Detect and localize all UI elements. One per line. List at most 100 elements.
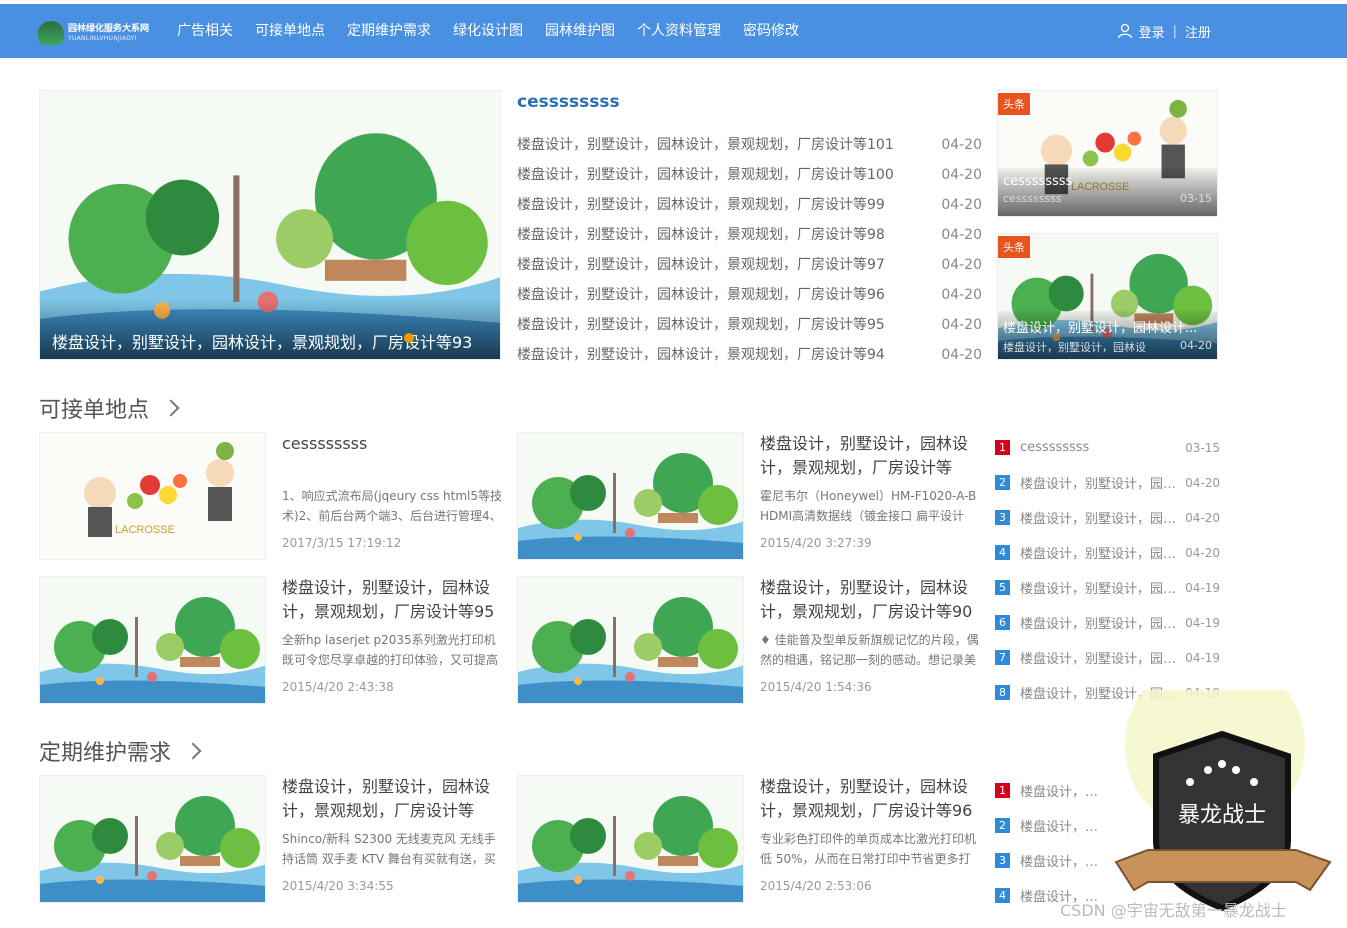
headline-sub: cessssssss: [1003, 192, 1062, 205]
logo-subtitle: YUANLINLVHUAJIAOYI: [68, 35, 137, 42]
rank-label: 楼盘设计，别墅设计: [1020, 820, 1105, 835]
card-thumbnail: [40, 433, 266, 560]
rank-item[interactable]: 2 楼盘设计，别墅设计，园林设计04-20: [995, 465, 1220, 500]
news-item[interactable]: 楼盘设计，别墅设计，园林设计，景观规划，厂房设计等95 04-20: [517, 310, 982, 340]
featured-hero[interactable]: 楼盘设计，别墅设计，园林设计，景观规划，厂房设计等93: [39, 90, 501, 360]
nav-order-locations[interactable]: 可接单地点: [244, 4, 336, 58]
headline-title: cessssssss: [1003, 174, 1073, 189]
login-link[interactable]: 登录: [1139, 22, 1165, 41]
card-text[interactable]: 楼盘设计，别墅设计，园林设计，景观规划，厂房设计等101 Shinco/新科 S…: [282, 775, 502, 893]
nav-greening-designs[interactable]: 绿化设计图: [442, 4, 534, 58]
section-title: 定期维护需求: [39, 741, 172, 766]
card-title: 楼盘设计，别墅设计，园林设计，景观规划，厂房设计等100: [760, 434, 969, 477]
site-logo[interactable]: 园林绿化服务大系网 YUANLINLVHUAJIAOYI: [38, 19, 149, 47]
nav-maintenance-needs[interactable]: 定期维护需求: [336, 4, 442, 58]
rank-item[interactable]: 5 楼盘设计，别墅设计，园林设计04-19: [995, 570, 1220, 605]
rank-date: 04-20: [1185, 545, 1220, 560]
news-item[interactable]: 楼盘设计，别墅设计，园林设计，景观规划，厂房设计等97 04-20: [517, 250, 982, 280]
rank-date: 04-20: [1185, 510, 1220, 525]
card-image[interactable]: [39, 576, 266, 704]
card-desc: 全新hp laserjet p2035系列激光打印机既可令您尽享卓越的打印体验，…: [282, 633, 499, 667]
card-text[interactable]: cessssssss 1、响应式流布局(jqeury css html5等技术)…: [282, 432, 502, 550]
rank-number: 4: [995, 545, 1010, 560]
featured-news-list: cessssssss 楼盘设计，别墅设计，园林设计，景观规划，厂房设计等101 0…: [517, 90, 982, 370]
card-title: 楼盘设计，别墅设计，园林设计，景观规划，厂房设计等101: [282, 777, 491, 820]
card-text[interactable]: 楼盘设计，别墅设计，园林设计，景观规划，厂房设计等96 专业彩色打印件的单页成本…: [760, 775, 980, 893]
nav-profile[interactable]: 个人资料管理: [626, 4, 732, 58]
section-order-locations-header[interactable]: 可接单地点: [39, 392, 180, 424]
card-text[interactable]: 楼盘设计，别墅设计，园林设计，景观规划，厂房设计等90 ♦ 佳能普及型单反新旗舰…: [760, 576, 980, 694]
rank-item[interactable]: 7 楼盘设计，别墅设计，园林设计04-19: [995, 640, 1220, 675]
card-text[interactable]: 楼盘设计，别墅设计，园林设计，景观规划，厂房设计等95 全新hp laserje…: [282, 576, 502, 694]
news-item-text: 楼盘设计，别墅设计，园林设计，景观规划，厂房设计等96: [517, 287, 885, 303]
news-item[interactable]: 楼盘设计，别墅设计，园林设计，景观规划，厂房设计等94 04-20: [517, 340, 982, 370]
carousel-dot[interactable]: [404, 333, 414, 343]
rank-date: 03-15: [1185, 440, 1220, 455]
news-item[interactable]: 楼盘设计，别墅设计，园林设计，景观规划，厂房设计等98 04-20: [517, 220, 982, 250]
card-image[interactable]: [39, 432, 266, 560]
rank-date: 04-19: [1185, 615, 1220, 630]
headline-caption: cessssssss cessssssss 03-15: [998, 168, 1217, 216]
card-image[interactable]: [517, 775, 744, 903]
card-image[interactable]: [517, 432, 744, 560]
card-title: 楼盘设计，别墅设计，园林设计，景观规划，厂房设计等90: [760, 578, 973, 621]
rank-date: 04-19: [1185, 580, 1220, 595]
card-thumbnail: [518, 776, 744, 903]
card-image[interactable]: [39, 775, 266, 903]
rank-label: 楼盘设计，别墅设计，园林设计: [1020, 652, 1182, 667]
news-item-date: 04-20: [941, 197, 982, 213]
csdn-watermark: CSDN @宇宙无敌第一暴龙战士: [1060, 901, 1287, 920]
logo-emblem-icon: [38, 21, 64, 45]
rank-label: 楼盘设计，别墅设计，园林设计: [1020, 582, 1182, 597]
rank-number: 7: [995, 650, 1010, 665]
rank-number: 1: [995, 440, 1010, 455]
rank-item[interactable]: 3 楼盘设计，别墅设计: [995, 843, 1105, 878]
rank-item[interactable]: 3 楼盘设计，别墅设计，园林设计04-20: [995, 500, 1220, 535]
nav-garden-maintenance[interactable]: 园林维护图: [534, 4, 626, 58]
card-text[interactable]: 楼盘设计，别墅设计，园林设计，景观规划，厂房设计等100 霍尼韦尔（Honeyw…: [760, 432, 980, 550]
card-thumbnail: [518, 577, 744, 704]
card-time: 2015/4/20 2:53:06: [760, 879, 872, 893]
card-title: 楼盘设计，别墅设计，园林设计，景观规划，厂房设计等96: [760, 777, 973, 820]
news-item-date: 04-20: [941, 167, 982, 183]
rank-item[interactable]: 4 楼盘设计，别墅设计，园林设计04-20: [995, 535, 1220, 570]
card-title: 楼盘设计，别墅设计，园林设计，景观规划，厂房设计等95: [282, 578, 495, 621]
section-maintenance-header[interactable]: 定期维护需求: [39, 735, 202, 767]
rank-number: 8: [995, 685, 1010, 700]
rank-number: 1: [995, 783, 1010, 798]
news-item-text: 楼盘设计，别墅设计，园林设计，景观规划，厂房设计等99: [517, 197, 885, 213]
user-icon: [1117, 23, 1132, 39]
rank-number: 3: [995, 853, 1010, 868]
news-item[interactable]: 楼盘设计，别墅设计，园林设计，景观规划，厂房设计等101 04-20: [517, 130, 982, 160]
rank-item[interactable]: 1 楼盘设计，别墅设计: [995, 773, 1105, 808]
news-item[interactable]: 楼盘设计，别墅设计，园林设计，景观规划，厂房设计等96 04-20: [517, 280, 982, 310]
headline-sub: 楼盘设计，别墅设计，园林设: [1003, 341, 1146, 354]
news-item[interactable]: 楼盘设计，别墅设计，园林设计，景观规划，厂房设计等99 04-20: [517, 190, 982, 220]
card-title: cessssssss: [282, 434, 368, 453]
card-desc: ♦ 佳能普及型单反新旗舰记忆的片段，偶然的相遇，铭记那一刻的感动。想记录美: [760, 633, 979, 667]
rank-item[interactable]: 1 cessssssss 03-15: [995, 430, 1220, 465]
hero-caption: 楼盘设计，别墅设计，园林设计，景观规划，厂房设计等93: [40, 299, 500, 359]
rank-label: cessssssss: [1020, 440, 1090, 455]
card-time: 2015/4/20 3:34:55: [282, 879, 394, 893]
nav-ads[interactable]: 广告相关: [166, 4, 244, 58]
nav-password[interactable]: 密码修改: [732, 4, 810, 58]
rank-label: 楼盘设计，别墅设计，园林设计: [1020, 617, 1182, 632]
card-desc: 1、响应式流布局(jqeury css html5等技术)2、前后台两个端3、后…: [282, 489, 502, 523]
headline-card[interactable]: 头条 cessssssss cessssssss 03-15: [997, 90, 1218, 217]
card-time: 2015/4/20 2:43:38: [282, 680, 394, 694]
card-image[interactable]: [517, 576, 744, 704]
rank-item[interactable]: 6 楼盘设计，别墅设计，园林设计04-19: [995, 605, 1220, 640]
watermark-badge-icon: 暴龙战士: [1114, 690, 1332, 912]
news-list-title[interactable]: cessssssss: [517, 90, 982, 130]
main-nav: 广告相关 可接单地点 定期维护需求 绿化设计图 园林维护图 个人资料管理 密码修…: [166, 4, 810, 58]
rank-item[interactable]: 2 楼盘设计，别墅设计: [995, 808, 1105, 843]
register-link[interactable]: 注册: [1185, 22, 1211, 41]
headline-card[interactable]: 头条 楼盘设计，别墅设计，园林设计... 楼盘设计，别墅设计，园林设 04-20: [997, 233, 1218, 360]
news-item-text: 楼盘设计，别墅设计，园林设计，景观规划，厂房设计等100: [517, 167, 894, 183]
rank-number: 4: [995, 888, 1010, 903]
headline-title: 楼盘设计，别墅设计，园林设计...: [1003, 321, 1198, 336]
news-item-date: 04-20: [941, 227, 982, 243]
rank-number: 3: [995, 510, 1010, 525]
news-item[interactable]: 楼盘设计，别墅设计，园林设计，景观规划，厂房设计等100 04-20: [517, 160, 982, 190]
